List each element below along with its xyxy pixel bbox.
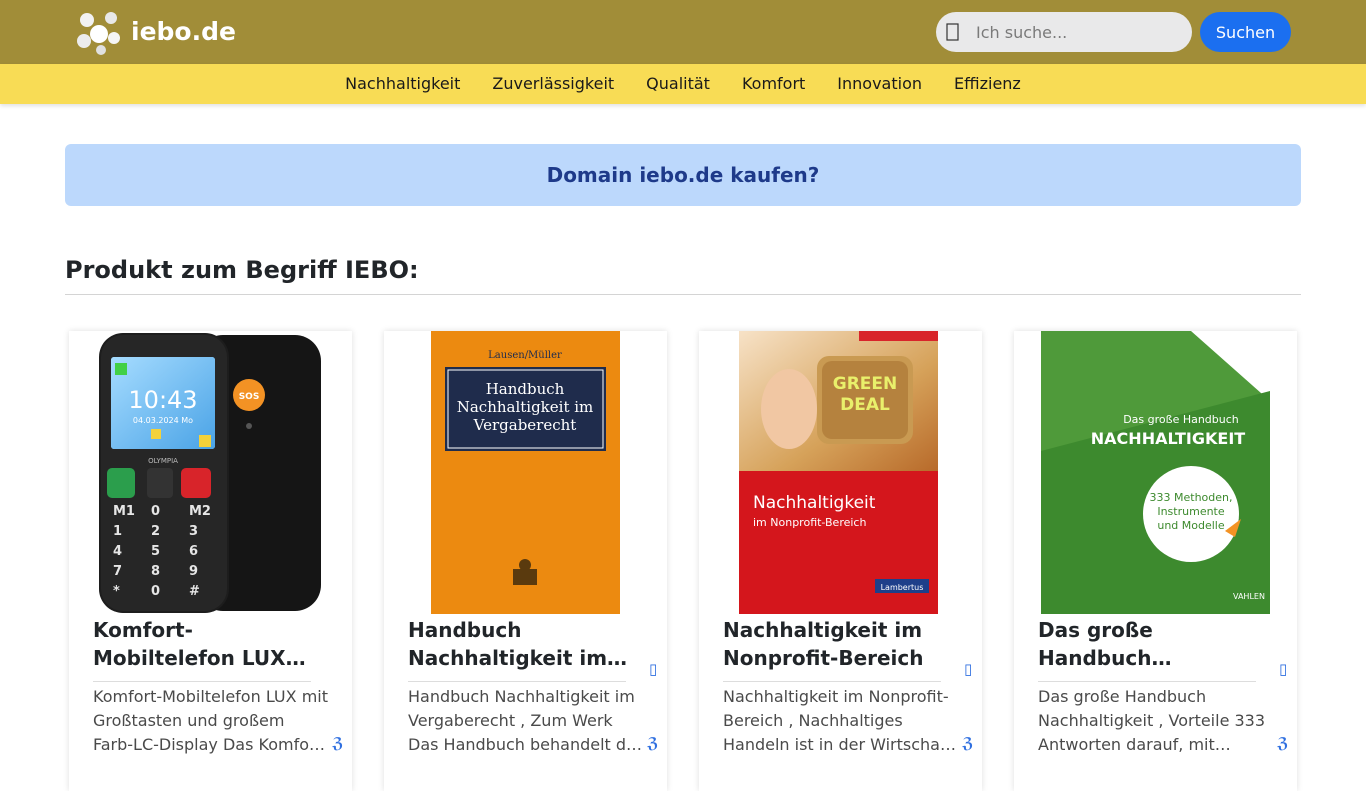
product-card[interactable]: GREEN DEAL Nachhaltigkeit im Nonprofit-B… (699, 331, 982, 791)
svg-text:8: 8 (151, 564, 160, 579)
nav-item-effizienz[interactable]: Effizienz (954, 74, 1021, 94)
product-image-book[interactable]: Das große Handbuch NACHHALTIGKEIT 333 Me… (1041, 331, 1270, 614)
svg-text:0: 0 (151, 504, 160, 519)
svg-text:7: 7 (113, 564, 122, 579)
svg-text:Lambertus: Lambertus (881, 583, 924, 592)
external-link-icon[interactable]: ℨ (1277, 734, 1288, 752)
nav-item-nachhaltigkeit[interactable]: Nachhaltigkeit (345, 74, 460, 94)
svg-text:9: 9 (189, 564, 198, 579)
svg-text:5: 5 (151, 544, 160, 559)
section-title: Produkt zum Begriff IEBO: (65, 256, 419, 284)
svg-text:Das große Handbuch: Das große Handbuch (1123, 413, 1239, 426)
product-description: Das große Handbuch Nachhaltigkeit , Vort… (1038, 687, 1266, 754)
card-divider (93, 681, 311, 682)
domain-buy-link[interactable]: Domain iebo.de kaufen? (547, 163, 820, 187)
product-card[interactable]: Das große Handbuch NACHHALTIGKEIT 333 Me… (1014, 331, 1297, 791)
svg-text:Nachhaltigkeit im: Nachhaltigkeit im (457, 398, 594, 416)
product-description: Handbuch Nachhaltigkeit im Vergaberecht … (408, 687, 643, 754)
product-title[interactable]: Nachhaltigkeit im Nonprofit-Bereich (723, 616, 961, 672)
product-image-phone[interactable]: 10:43 04.03.2024 Mo OLYMPIA M1 0 M2 1 2 3 4 5… (97, 331, 325, 614)
svg-text:VAHLEN: VAHLEN (1233, 592, 1265, 601)
card-divider (1038, 681, 1256, 682)
product-card[interactable]: 10:43 04.03.2024 Mo OLYMPIA M1 0 M2 1 2 3 4 5… (69, 331, 352, 791)
product-description: Komfort-Mobiltelefon LUX mit Großtasten … (93, 687, 328, 754)
product-card[interactable]: Lausen/Müller Handbuch Nachhaltigkeit im… (384, 331, 667, 791)
svg-text:2: 2 (151, 524, 160, 539)
svg-text:1: 1 (113, 524, 122, 539)
product-title[interactable]: Komfort-Mobiltelefon LUX Großtasten 2,4"… (93, 616, 331, 672)
svg-text:6: 6 (189, 544, 198, 559)
svg-text:OLYMPIA: OLYMPIA (148, 457, 178, 465)
svg-text:4: 4 (113, 544, 122, 559)
nav-item-qualitaet[interactable]: Qualität (646, 74, 710, 94)
phone-date: 04.03.2024 Mo (133, 416, 193, 425)
svg-text:GREEN: GREEN (833, 374, 898, 394)
cover-author: Lausen/Müller (488, 350, 562, 361)
search-icon (946, 23, 959, 41)
product-description: Nachhaltigkeit im Nonprofit- Bereich , N… (723, 687, 956, 754)
svg-text:M1: M1 (113, 504, 135, 519)
external-link-icon[interactable]: ℨ (647, 734, 658, 752)
phone-time: 10:43 (128, 386, 197, 414)
product-image-book[interactable]: GREEN DEAL Nachhaltigkeit im Nonprofit-B… (739, 331, 938, 614)
svg-text:*: * (113, 584, 120, 599)
nav-item-zuverlaessigkeit[interactable]: Zuverlässigkeit (492, 74, 614, 94)
sos-label: SOS (239, 392, 260, 402)
product-title[interactable]: Das große Handbuch… (1038, 616, 1276, 672)
search-input[interactable] (966, 12, 1186, 52)
external-link-icon[interactable]: ▯ (649, 660, 657, 678)
svg-text:Instrumente: Instrumente (1157, 505, 1225, 518)
site-brand[interactable]: iebo.de (131, 16, 236, 48)
svg-text:NACHHALTIGKEIT: NACHHALTIGKEIT (1091, 429, 1246, 448)
section-divider (65, 294, 1301, 295)
external-link-icon[interactable]: ▯ (964, 660, 972, 678)
molecule-logo-icon[interactable] (75, 8, 123, 56)
product-image-book[interactable]: Lausen/Müller Handbuch Nachhaltigkeit im… (431, 331, 620, 614)
svg-text:im Nonprofit-Bereich: im Nonprofit-Bereich (753, 516, 866, 529)
svg-text:#: # (189, 584, 200, 599)
nav-item-innovation[interactable]: Innovation (837, 74, 922, 94)
domain-banner: Domain iebo.de kaufen? (65, 144, 1301, 206)
card-divider (408, 681, 626, 682)
svg-text:Handbuch: Handbuch (486, 380, 565, 398)
nav-item-komfort[interactable]: Komfort (742, 74, 805, 94)
external-link-icon[interactable]: ℨ (332, 734, 343, 752)
svg-text:3: 3 (189, 524, 198, 539)
svg-text:0: 0 (151, 584, 160, 599)
product-title[interactable]: Handbuch Nachhaltigkeit im… (408, 616, 646, 672)
svg-text:M2: M2 (189, 504, 211, 519)
search-button[interactable]: Suchen (1200, 12, 1291, 52)
svg-text:Vergaberecht: Vergaberecht (473, 416, 577, 434)
svg-text:333 Methoden,: 333 Methoden, (1150, 491, 1233, 504)
external-link-icon[interactable]: ▯ (1279, 660, 1287, 678)
category-nav: Nachhaltigkeit Zuverlässigkeit Qualität … (0, 64, 1366, 104)
card-divider (723, 681, 941, 682)
svg-text:Nachhaltigkeit: Nachhaltigkeit (753, 493, 876, 513)
svg-text:und Modelle: und Modelle (1157, 519, 1225, 532)
svg-text:DEAL: DEAL (840, 395, 890, 415)
external-link-icon[interactable]: ℨ (962, 734, 973, 752)
